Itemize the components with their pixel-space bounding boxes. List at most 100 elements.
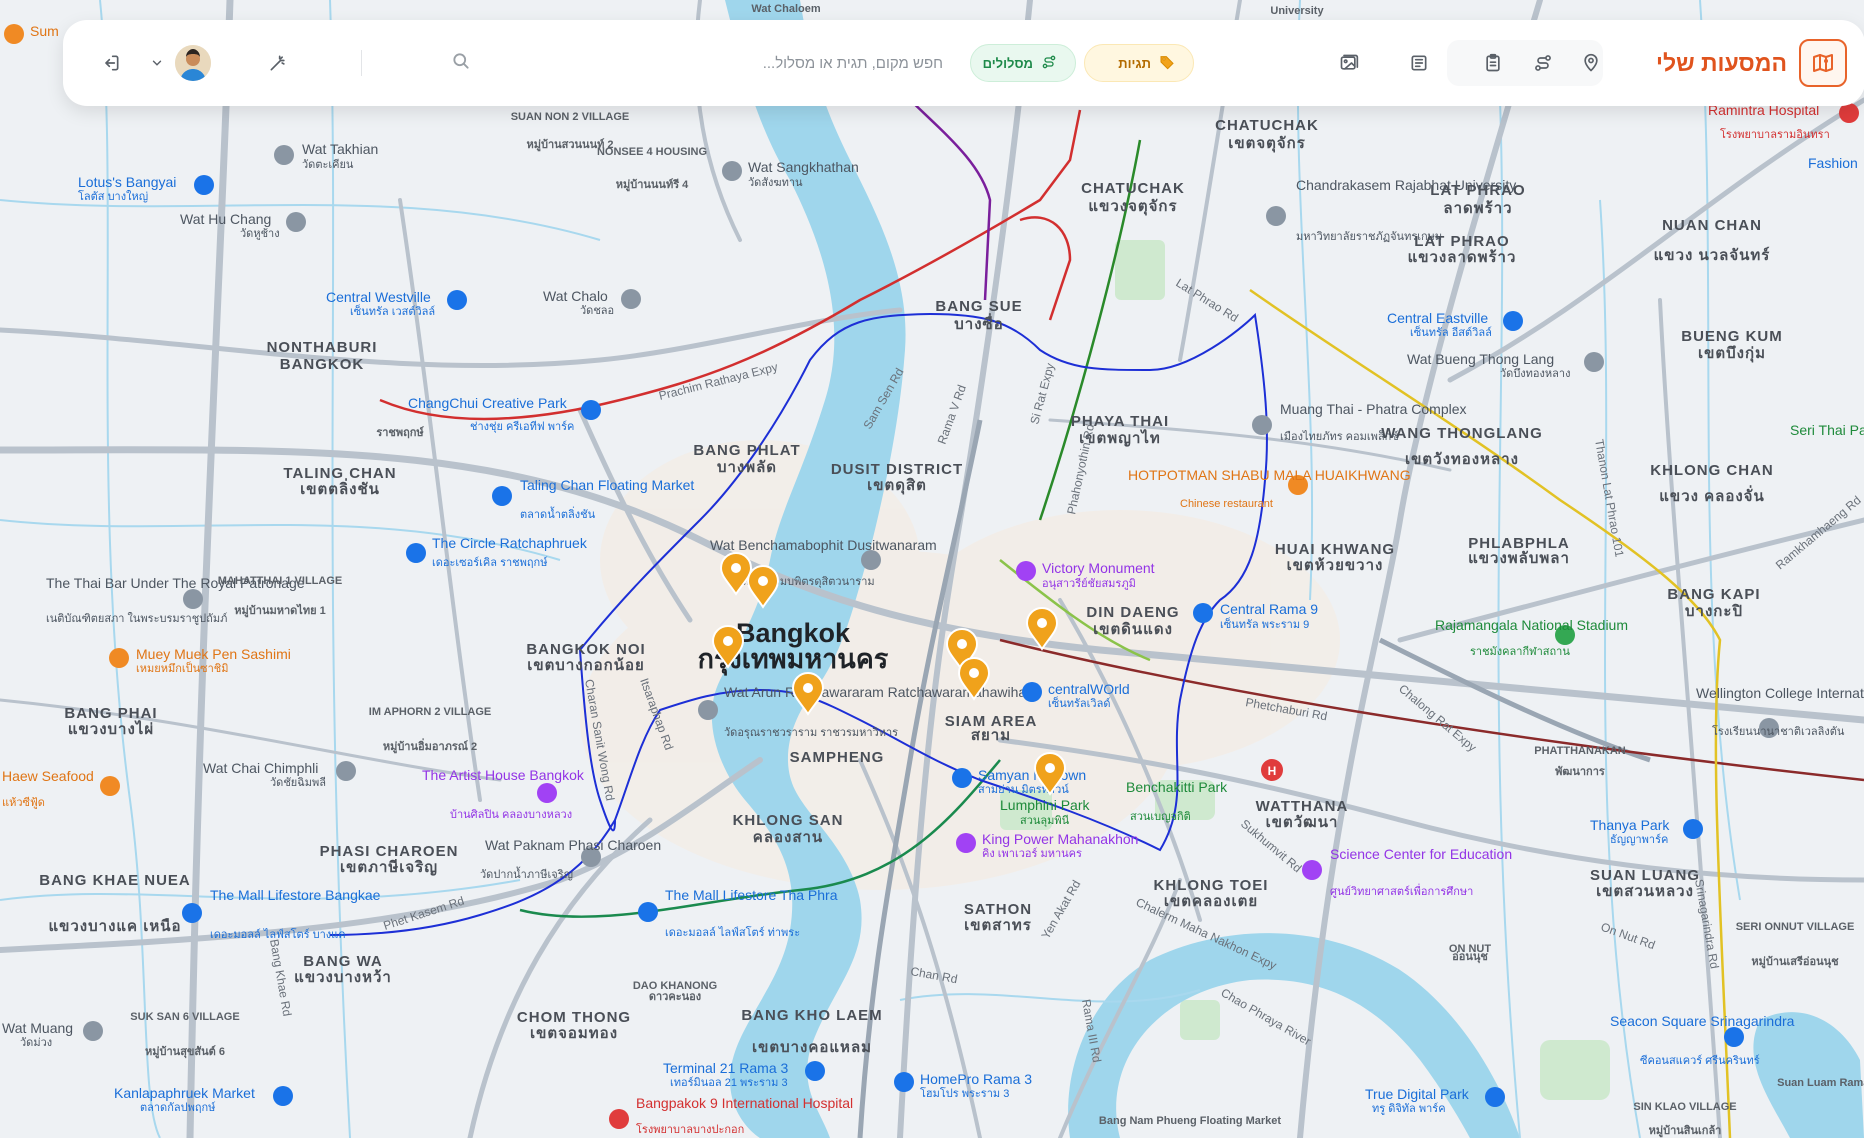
search-input[interactable]	[481, 53, 945, 73]
svg-text:Wat Arun Ratchawararam Ratchaw: Wat Arun Ratchawararam Ratchawaramahawih…	[724, 684, 1034, 700]
chevron-down-icon[interactable]	[145, 44, 169, 82]
svg-text:Chinese restaurant: Chinese restaurant	[1180, 498, 1273, 510]
route-icon[interactable]	[1524, 44, 1562, 82]
magic-wand-icon[interactable]	[259, 44, 297, 82]
svg-text:Bangpakok 9 International Hosp: Bangpakok 9 International Hospital	[636, 1095, 853, 1111]
svg-text:เขตภาษีเจริญ: เขตภาษีเจริญ	[340, 858, 438, 876]
svg-text:เซ็นทรัล พระราม 9: เซ็นทรัล พระราม 9	[1220, 617, 1309, 631]
svg-text:HomePro Rama 3: HomePro Rama 3	[920, 1071, 1032, 1087]
svg-text:บ้านศิลปิน คลองบางหลวง: บ้านศิลปิน คลองบางหลวง	[450, 809, 572, 821]
svg-text:ราชมังคลากีฬาสถาน: ราชมังคลากีฬาสถาน	[1470, 645, 1570, 658]
svg-text:Wat Sangkhathan: Wat Sangkhathan	[748, 159, 859, 175]
svg-text:Fashion: Fashion	[1808, 155, 1858, 171]
svg-text:University: University	[1270, 5, 1324, 17]
svg-text:หมู่บ้านอิ่มอาภรณ์ 2: หมู่บ้านอิ่มอาภรณ์ 2	[383, 738, 477, 754]
svg-text:ราชพฤกษ์: ราชพฤกษ์	[376, 426, 424, 439]
district-chatuchak-label: CHATUCHAK	[1215, 117, 1319, 134]
avatar[interactable]	[175, 45, 211, 81]
svg-text:PHASI CHAROEN: PHASI CHAROEN	[320, 843, 459, 860]
svg-text:Muey Muek Pen Sashimi: Muey Muek Pen Sashimi	[136, 646, 291, 662]
svg-text:Kanlapaphruek Market: Kanlapaphruek Market	[114, 1085, 255, 1101]
svg-text:เมืองไทยภัทร คอมเพล็กซ์: เมืองไทยภัทร คอมเพล็กซ์	[1280, 429, 1399, 443]
svg-text:DUSIT DISTRICT: DUSIT DISTRICT	[831, 461, 963, 478]
svg-text:NUAN CHAN: NUAN CHAN	[1662, 217, 1762, 234]
svg-text:BUENG KUM: BUENG KUM	[1681, 328, 1783, 345]
svg-text:ซีคอนสแควร์ ศรีนครินทร์: ซีคอนสแควร์ ศรีนครินทร์	[1640, 1054, 1760, 1067]
svg-text:อ่อนนุช: อ่อนนุช	[1452, 951, 1488, 964]
svg-text:แขวงพลับพลา: แขวงพลับพลา	[1468, 550, 1570, 567]
svg-text:H: H	[1268, 764, 1277, 778]
svg-text:แขวงลาดพร้าว: แขวงลาดพร้าว	[1408, 249, 1517, 266]
svg-text:BANG PHAI: BANG PHAI	[64, 705, 157, 722]
svg-text:วัดบึงทองหลาง: วัดบึงทองหลาง	[1500, 368, 1570, 380]
svg-text:HOTPOTMAN SHABU MALA HUAIKHWAN: HOTPOTMAN SHABU MALA HUAIKHWANG	[1128, 467, 1411, 483]
svg-text:เทอร์มินอล 21 พระราม 3: เทอร์มินอล 21 พระราม 3	[670, 1076, 788, 1089]
svg-text:เขตบึงกุ่ม: เขตบึงกุ่ม	[1698, 344, 1766, 363]
svg-text:CHATUCHAK: CHATUCHAK	[1081, 180, 1185, 197]
svg-text:TALING CHAN: TALING CHAN	[283, 465, 396, 482]
tags-button[interactable]: תגיות	[1084, 44, 1194, 82]
map-view[interactable]: CHATUCHAK เขตจตุจักร CHATUCHAK แขวงจตุจั…	[0, 0, 1864, 1138]
svg-text:Victory Monument: Victory Monument	[1042, 560, 1155, 576]
svg-text:สวนลุมพินี: สวนลุมพินี	[1020, 814, 1070, 827]
svg-text:แขวงบางแค เหนือ: แขวงบางแค เหนือ	[48, 918, 181, 935]
svg-text:Chandrakasem Rajabhat Universi: Chandrakasem Rajabhat University	[1296, 177, 1516, 193]
svg-text:ChangChui Creative Park: ChangChui Creative Park	[408, 395, 568, 411]
svg-text:WANG THONGLANG: WANG THONGLANG	[1381, 425, 1543, 442]
svg-text:เขตจตุจักร: เขตจตุจักร	[1228, 135, 1306, 153]
svg-text:บางกะปิ: บางกะปิ	[1685, 602, 1743, 620]
svg-text:แขวง คลองจั่น: แขวง คลองจั่น	[1659, 485, 1764, 505]
svg-text:บางพลัด: บางพลัด	[717, 459, 777, 476]
svg-text:King Power Mahanakhon: King Power Mahanakhon	[982, 831, 1138, 847]
svg-text:วัดปากน้ำภาษีเจริญ: วัดปากน้ำภาษีเจริญ	[480, 866, 573, 881]
clipboard-icon[interactable]	[1474, 44, 1512, 82]
svg-text:NONSEE 4 HOUSING: NONSEE 4 HOUSING	[597, 146, 707, 158]
tag-icon	[1159, 54, 1175, 73]
svg-text:Wat Muang: Wat Muang	[2, 1020, 73, 1036]
svg-text:IM APHORN 2 VILLAGE: IM APHORN 2 VILLAGE	[369, 706, 491, 718]
svg-text:HUAI KHWANG: HUAI KHWANG	[1275, 541, 1395, 558]
svg-text:Suan Luam Rama IX: Suan Luam Rama IX	[1777, 1077, 1864, 1089]
svg-text:SATHON: SATHON	[964, 901, 1032, 918]
svg-text:Seri Thai Pa: Seri Thai Pa	[1790, 422, 1864, 438]
app-brand[interactable]: המסעות שלי	[1647, 20, 1864, 106]
tags-label: תגיות	[1118, 55, 1151, 71]
svg-text:บางซื่อ: บางซื่อ	[954, 313, 1003, 333]
svg-text:SERI ONNUT VILLAGE: SERI ONNUT VILLAGE	[1736, 921, 1855, 933]
svg-text:BANG PHLAT: BANG PHLAT	[693, 442, 800, 459]
svg-text:หมู่บ้านนนท์รี 4: หมู่บ้านนนท์รี 4	[616, 178, 689, 192]
image-gallery-icon[interactable]	[1330, 44, 1368, 82]
svg-text:BANG KHAE NUEA: BANG KHAE NUEA	[39, 872, 191, 889]
svg-text:Central Eastville: Central Eastville	[1387, 310, 1488, 326]
svg-text:True Digital Park: True Digital Park	[1365, 1086, 1470, 1102]
svg-text:Wat Takhian: Wat Takhian	[302, 141, 378, 157]
svg-text:BANGKOK NOI: BANGKOK NOI	[526, 641, 645, 658]
svg-text:Bang Nam Phueng Floating Marke: Bang Nam Phueng Floating Market	[1099, 1115, 1281, 1127]
svg-text:แขวง นวลจันทร์: แขวง นวลจันทร์	[1654, 246, 1771, 264]
notebook-icon[interactable]	[1400, 44, 1438, 82]
svg-text:BANG WA: BANG WA	[303, 953, 383, 970]
svg-text:เขตตลิ่งชัน: เขตตลิ่งชัน	[300, 478, 380, 498]
svg-text:สยาม: สยาม	[971, 727, 1011, 744]
svg-text:มหาวิทยาลัยราชภัฏจันทรเกษม: มหาวิทยาลัยราชภัฏจันทรเกษม	[1296, 231, 1442, 243]
svg-text:เขตสาทร: เขตสาทร	[964, 917, 1032, 934]
svg-text:SAMPHENG: SAMPHENG	[790, 749, 885, 766]
svg-text:Muang Thai - Phatra Complex: Muang Thai - Phatra Complex	[1280, 401, 1467, 417]
svg-text:วัดชัยฉิมพลี: วัดชัยฉิมพลี	[270, 776, 326, 789]
svg-text:Wat Paknam Phasi Charoen: Wat Paknam Phasi Charoen	[485, 837, 661, 853]
svg-text:Lotus's Bangyai: Lotus's Bangyai	[78, 174, 176, 190]
poi-seri-thai: Seri Thai Pa	[1790, 422, 1864, 438]
routes-button[interactable]: מסלולים	[970, 44, 1076, 82]
svg-text:Science Center for Education: Science Center for Education	[1330, 846, 1512, 862]
svg-text:KHLONG SAN: KHLONG SAN	[733, 812, 844, 829]
svg-text:หมู่บ้านมหาดไทย 1: หมู่บ้านมหาดไทย 1	[234, 603, 325, 618]
search-bar	[433, 38, 963, 88]
svg-text:แขวงจตุจักร: แขวงจตุจักร	[1088, 198, 1177, 216]
map-pin-icon[interactable]	[1572, 44, 1610, 82]
svg-text:Terminal 21 Rama 3: Terminal 21 Rama 3	[663, 1060, 788, 1076]
logout-icon[interactable]	[92, 44, 130, 82]
svg-text:The Mall Lifestore Tha Phra: The Mall Lifestore Tha Phra	[665, 887, 838, 903]
svg-text:ตลาดน้ำตลิ่งชัน: ตลาดน้ำตลิ่งชัน	[520, 506, 596, 521]
svg-text:Central Westville: Central Westville	[326, 289, 431, 305]
svg-text:ธัญญาพาร์ค: ธัญญาพาร์ค	[1610, 833, 1668, 846]
